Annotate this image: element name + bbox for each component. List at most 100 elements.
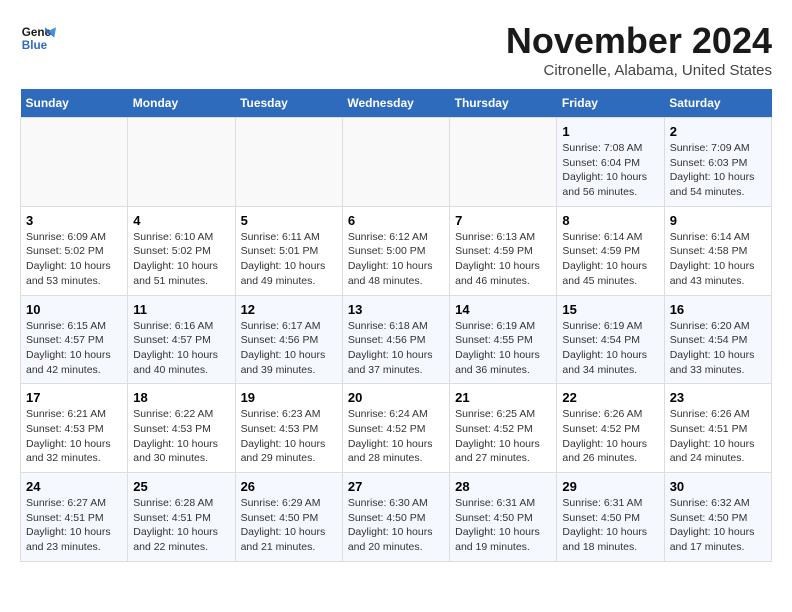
day-number: 6: [348, 213, 444, 228]
week-row-2: 3 Sunrise: 6:09 AMSunset: 5:02 PMDaylight…: [21, 206, 772, 295]
weekday-header-tuesday: Tuesday: [235, 89, 342, 118]
day-number: 17: [26, 390, 122, 405]
calendar-cell: 21 Sunrise: 6:25 AMSunset: 4:52 PMDayligh…: [450, 384, 557, 473]
calendar-cell: 16 Sunrise: 6:20 AMSunset: 4:54 PMDayligh…: [664, 295, 771, 384]
day-info: Sunrise: 6:11 AMSunset: 5:01 PMDaylight:…: [241, 230, 337, 289]
day-info: Sunrise: 6:17 AMSunset: 4:56 PMDaylight:…: [241, 319, 337, 378]
calendar-cell: 23 Sunrise: 6:26 AMSunset: 4:51 PMDayligh…: [664, 384, 771, 473]
day-info: Sunrise: 6:23 AMSunset: 4:53 PMDaylight:…: [241, 407, 337, 466]
calendar-cell: 8 Sunrise: 6:14 AMSunset: 4:59 PMDaylight…: [557, 206, 664, 295]
calendar-cell: 13Sunrise: 6:18 AMSunset: 4:56 PMDayligh…: [342, 295, 449, 384]
calendar-cell: 20 Sunrise: 6:24 AMSunset: 4:52 PMDayligh…: [342, 384, 449, 473]
day-number: 19: [241, 390, 337, 405]
day-info: Sunrise: 6:30 AMSunset: 4:50 PMDaylight:…: [348, 496, 444, 555]
day-info: Sunrise: 6:10 AMSunset: 5:02 PMDaylight:…: [133, 230, 229, 289]
day-info: Sunrise: 6:09 AMSunset: 5:02 PMDaylight:…: [26, 230, 122, 289]
day-info: Sunrise: 6:29 AMSunset: 4:50 PMDaylight:…: [241, 496, 337, 555]
calendar-cell: 25 Sunrise: 6:28 AMSunset: 4:51 PMDayligh…: [128, 473, 235, 562]
calendar-cell: 7 Sunrise: 6:13 AMSunset: 4:59 PMDaylight…: [450, 206, 557, 295]
day-number: 14: [455, 302, 551, 317]
day-number: 24: [26, 479, 122, 494]
calendar-title: November 2024: [506, 20, 772, 62]
day-number: 30: [670, 479, 766, 494]
day-number: 8: [562, 213, 658, 228]
calendar-cell: 5 Sunrise: 6:11 AMSunset: 5:01 PMDaylight…: [235, 206, 342, 295]
day-info: Sunrise: 6:13 AMSunset: 4:59 PMDaylight:…: [455, 230, 551, 289]
week-row-5: 24 Sunrise: 6:27 AMSunset: 4:51 PMDayligh…: [21, 473, 772, 562]
weekday-header-wednesday: Wednesday: [342, 89, 449, 118]
calendar-cell: 11 Sunrise: 6:16 AMSunset: 4:57 PMDayligh…: [128, 295, 235, 384]
day-info: Sunrise: 6:24 AMSunset: 4:52 PMDaylight:…: [348, 407, 444, 466]
logo: General Blue: [20, 20, 56, 56]
day-info: Sunrise: 6:14 AMSunset: 4:59 PMDaylight:…: [562, 230, 658, 289]
day-info: Sunrise: 6:19 AMSunset: 4:55 PMDaylight:…: [455, 319, 551, 378]
day-number: 16: [670, 302, 766, 317]
weekday-header-saturday: Saturday: [664, 89, 771, 118]
title-section: November 2024 Citronelle, Alabama, Unite…: [506, 20, 772, 79]
day-info: Sunrise: 6:26 AMSunset: 4:52 PMDaylight:…: [562, 407, 658, 466]
day-number: 11: [133, 302, 229, 317]
calendar-cell: 24 Sunrise: 6:27 AMSunset: 4:51 PMDayligh…: [21, 473, 128, 562]
day-info: Sunrise: 6:15 AMSunset: 4:57 PMDaylight:…: [26, 319, 122, 378]
weekday-header-friday: Friday: [557, 89, 664, 118]
day-info: Sunrise: 6:31 AMSunset: 4:50 PMDaylight:…: [455, 496, 551, 555]
day-info: Sunrise: 6:32 AMSunset: 4:50 PMDaylight:…: [670, 496, 766, 555]
day-info: Sunrise: 6:22 AMSunset: 4:53 PMDaylight:…: [133, 407, 229, 466]
calendar-cell: 14 Sunrise: 6:19 AMSunset: 4:55 PMDayligh…: [450, 295, 557, 384]
day-number: 2: [670, 124, 766, 139]
day-info: Sunrise: 6:25 AMSunset: 4:52 PMDaylight:…: [455, 407, 551, 466]
calendar-cell: [235, 118, 342, 207]
calendar-cell: 18 Sunrise: 6:22 AMSunset: 4:53 PMDayligh…: [128, 384, 235, 473]
calendar-cell: 28 Sunrise: 6:31 AMSunset: 4:50 PMDayligh…: [450, 473, 557, 562]
weekday-header-monday: Monday: [128, 89, 235, 118]
week-row-3: 10Sunrise: 6:15 AMSunset: 4:57 PMDayligh…: [21, 295, 772, 384]
calendar-cell: 3 Sunrise: 6:09 AMSunset: 5:02 PMDaylight…: [21, 206, 128, 295]
day-number: 5: [241, 213, 337, 228]
calendar-cell: 4 Sunrise: 6:10 AMSunset: 5:02 PMDaylight…: [128, 206, 235, 295]
day-info: Sunrise: 7:08 AMSunset: 6:04 PMDaylight:…: [562, 141, 658, 200]
day-number: 9: [670, 213, 766, 228]
week-row-1: 1 Sunrise: 7:08 AMSunset: 6:04 PMDaylight…: [21, 118, 772, 207]
day-info: Sunrise: 6:31 AMSunset: 4:50 PMDaylight:…: [562, 496, 658, 555]
calendar-cell: 12Sunrise: 6:17 AMSunset: 4:56 PMDayligh…: [235, 295, 342, 384]
day-number: 18: [133, 390, 229, 405]
day-number: 21: [455, 390, 551, 405]
calendar-cell: 19 Sunrise: 6:23 AMSunset: 4:53 PMDayligh…: [235, 384, 342, 473]
calendar-cell: 30 Sunrise: 6:32 AMSunset: 4:50 PMDayligh…: [664, 473, 771, 562]
calendar-cell: 6 Sunrise: 6:12 AMSunset: 5:00 PMDaylight…: [342, 206, 449, 295]
day-info: Sunrise: 6:19 AMSunset: 4:54 PMDaylight:…: [562, 319, 658, 378]
calendar-subtitle: Citronelle, Alabama, United States: [506, 62, 772, 79]
calendar-cell: 10Sunrise: 6:15 AMSunset: 4:57 PMDayligh…: [21, 295, 128, 384]
day-info: Sunrise: 6:27 AMSunset: 4:51 PMDaylight:…: [26, 496, 122, 555]
day-number: 28: [455, 479, 551, 494]
day-info: Sunrise: 6:18 AMSunset: 4:56 PMDaylight:…: [348, 319, 444, 378]
day-info: Sunrise: 6:26 AMSunset: 4:51 PMDaylight:…: [670, 407, 766, 466]
calendar-table: SundayMondayTuesdayWednesdayThursdayFrid…: [20, 89, 772, 562]
day-info: Sunrise: 6:14 AMSunset: 4:58 PMDaylight:…: [670, 230, 766, 289]
calendar-cell: 15 Sunrise: 6:19 AMSunset: 4:54 PMDayligh…: [557, 295, 664, 384]
weekday-header-row: SundayMondayTuesdayWednesdayThursdayFrid…: [21, 89, 772, 118]
day-info: Sunrise: 6:20 AMSunset: 4:54 PMDaylight:…: [670, 319, 766, 378]
day-info: Sunrise: 6:16 AMSunset: 4:57 PMDaylight:…: [133, 319, 229, 378]
day-number: 25: [133, 479, 229, 494]
day-number: 3: [26, 213, 122, 228]
day-number: 7: [455, 213, 551, 228]
day-number: 27: [348, 479, 444, 494]
calendar-cell: [450, 118, 557, 207]
day-info: Sunrise: 6:28 AMSunset: 4:51 PMDaylight:…: [133, 496, 229, 555]
day-info: Sunrise: 6:21 AMSunset: 4:53 PMDaylight:…: [26, 407, 122, 466]
day-number: 29: [562, 479, 658, 494]
day-info: Sunrise: 6:12 AMSunset: 5:00 PMDaylight:…: [348, 230, 444, 289]
svg-text:Blue: Blue: [22, 39, 48, 52]
day-number: 23: [670, 390, 766, 405]
calendar-cell: 29 Sunrise: 6:31 AMSunset: 4:50 PMDayligh…: [557, 473, 664, 562]
day-info: Sunrise: 7:09 AMSunset: 6:03 PMDaylight:…: [670, 141, 766, 200]
day-number: 15: [562, 302, 658, 317]
day-number: 4: [133, 213, 229, 228]
calendar-cell: 22Sunrise: 6:26 AMSunset: 4:52 PMDayligh…: [557, 384, 664, 473]
day-number: 1: [562, 124, 658, 139]
calendar-cell: [21, 118, 128, 207]
day-number: 20: [348, 390, 444, 405]
day-number: 26: [241, 479, 337, 494]
calendar-cell: 2 Sunrise: 7:09 AMSunset: 6:03 PMDaylight…: [664, 118, 771, 207]
